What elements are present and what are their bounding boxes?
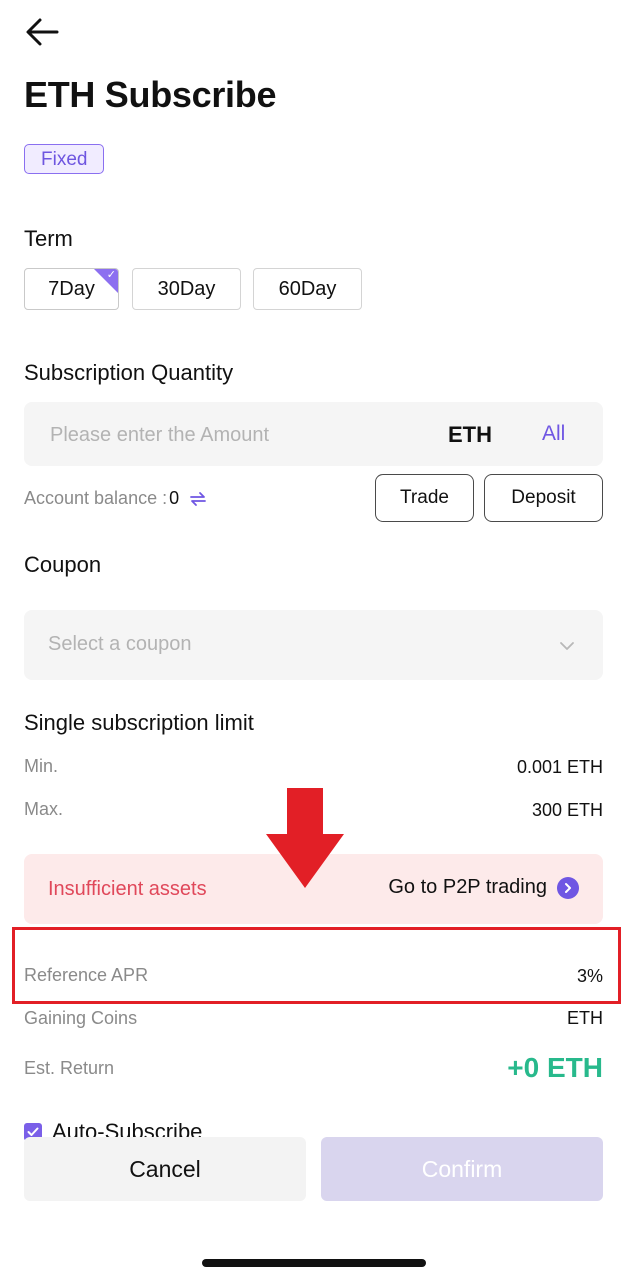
account-balance: Account balance : 0 bbox=[24, 488, 207, 509]
home-indicator bbox=[202, 1259, 426, 1267]
est-return-label: Est. Return bbox=[24, 1058, 115, 1078]
max-value: 300 ETH bbox=[531, 800, 603, 820]
balance-value: 0 bbox=[169, 488, 180, 508]
term-option-7day[interactable]: 7Day ✓ bbox=[24, 268, 119, 310]
apr-label: Reference APR bbox=[24, 965, 149, 985]
term-option-label: 30Day bbox=[157, 277, 216, 300]
term-option-label: 7Day bbox=[48, 277, 95, 300]
est-return-value: +0 ETH bbox=[507, 1052, 603, 1083]
p2p-trading-link[interactable]: Go to P2P trading bbox=[388, 876, 579, 899]
chevron-right-icon bbox=[557, 876, 579, 899]
amount-unit: ETH bbox=[448, 422, 492, 447]
max-label: Max. bbox=[24, 799, 64, 819]
chevron-down-icon bbox=[559, 638, 575, 656]
p2p-trading-label: Go to P2P trading bbox=[388, 876, 547, 898]
gaining-coins-value: ETH bbox=[567, 1008, 603, 1028]
coupon-select[interactable]: Select a coupon bbox=[24, 610, 603, 680]
amount-field: ETH All bbox=[24, 402, 603, 468]
transfer-icon[interactable] bbox=[189, 491, 207, 507]
product-type-badge: Fixed bbox=[24, 144, 105, 174]
subscription-quantity-label: Subscription Quantity bbox=[24, 360, 234, 385]
term-label: Term bbox=[24, 226, 73, 251]
check-icon: ✓ bbox=[106, 269, 116, 281]
insufficient-assets-text: Insufficient assets bbox=[48, 878, 207, 900]
coupon-placeholder: Select a coupon bbox=[48, 633, 192, 655]
limit-label: Single subscription limit bbox=[24, 710, 254, 735]
gaining-coins-label: Gaining Coins bbox=[24, 1008, 138, 1028]
balance-label: Account balance : bbox=[24, 488, 168, 508]
min-value: 0.001 ETH bbox=[516, 757, 603, 777]
cancel-button[interactable]: Cancel bbox=[24, 1137, 306, 1201]
all-button[interactable]: All bbox=[542, 422, 565, 446]
trade-button[interactable]: Trade bbox=[375, 474, 474, 522]
min-label: Min. bbox=[24, 756, 59, 776]
apr-value: 3% bbox=[576, 966, 603, 986]
confirm-button[interactable]: Confirm bbox=[321, 1137, 603, 1201]
coupon-label: Coupon bbox=[24, 552, 102, 577]
insufficient-assets-banner: Insufficient assets Go to P2P trading bbox=[24, 854, 603, 924]
term-option-30day[interactable]: 30Day bbox=[132, 268, 241, 310]
term-option-label: 60Day bbox=[278, 277, 337, 300]
term-option-60day[interactable]: 60Day bbox=[253, 268, 362, 310]
amount-input[interactable] bbox=[48, 402, 432, 468]
arrow-left-icon bbox=[25, 17, 59, 52]
back-button[interactable] bbox=[22, 14, 62, 54]
page-title: ETH Subscribe bbox=[24, 74, 277, 115]
deposit-button[interactable]: Deposit bbox=[484, 474, 603, 522]
